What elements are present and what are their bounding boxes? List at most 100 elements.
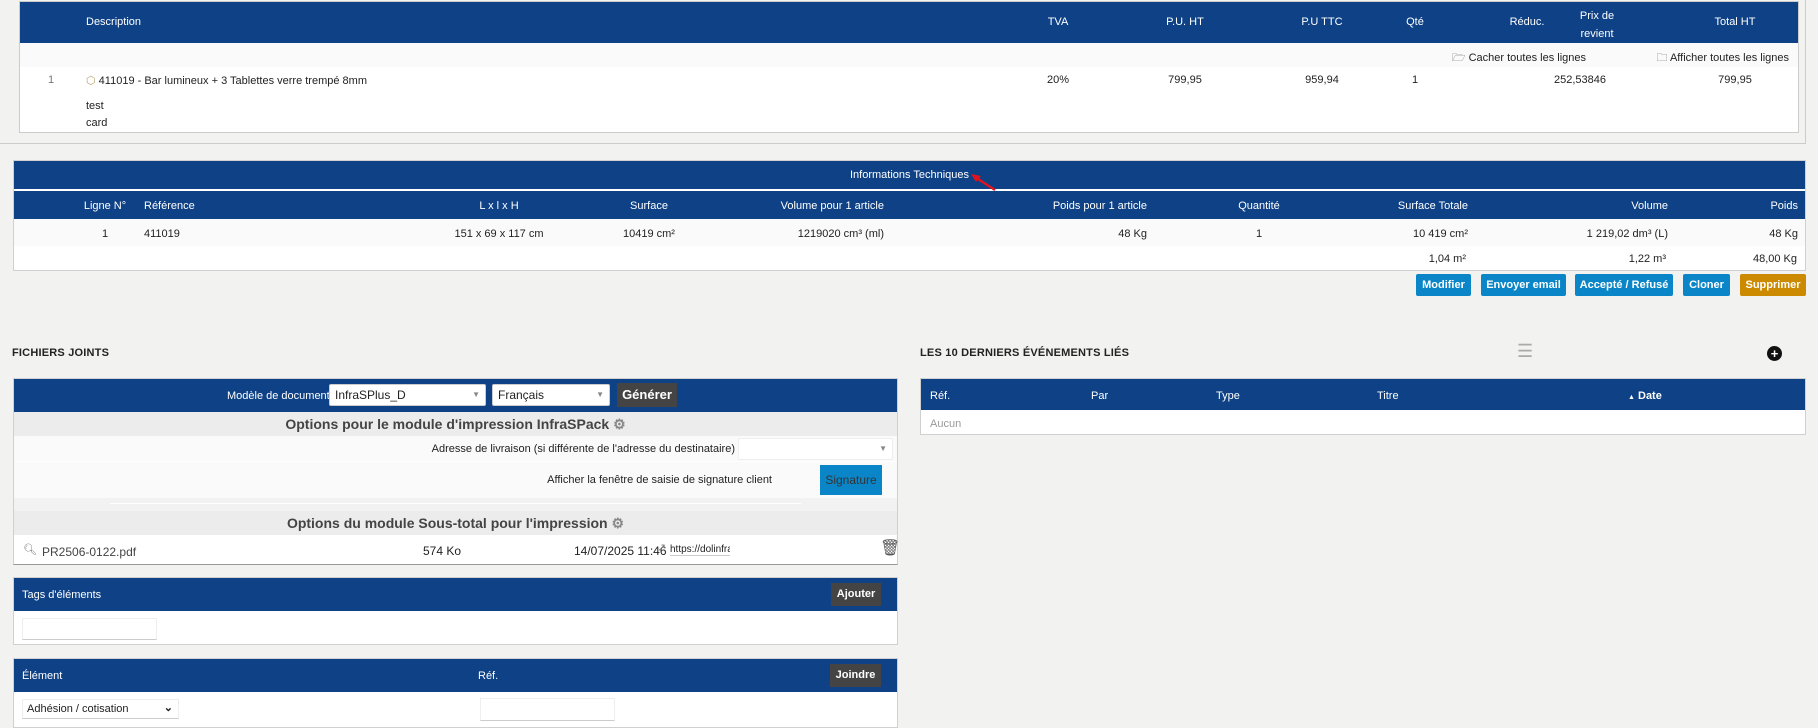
file-share-link[interactable]: https://dolinfras	[670, 544, 730, 556]
tech-col-header: L x l x H	[479, 200, 519, 212]
tags-title: Tags d'éléments	[22, 589, 102, 601]
list-menu-icon[interactable]: ☰	[1517, 341, 1533, 362]
tech-info-table: Informations Techniques Ligne N° Référenc…	[13, 160, 1806, 271]
signature-button[interactable]: Signature	[820, 465, 882, 495]
model-value: InfraSPlus_D	[335, 388, 406, 402]
tech-cell: 411019	[144, 228, 180, 240]
file-size: 574 Ko	[423, 544, 462, 558]
external-link-icon: ↗	[657, 542, 667, 554]
col-type[interactable]: Type	[1216, 390, 1240, 402]
file-row: 🔍︎ PR2506-0122.pdf 574 Ko 14/07/2025 11:…	[14, 535, 900, 565]
chevron-down-icon: ⌄	[163, 702, 173, 714]
generate-button[interactable]: Générer	[617, 383, 677, 407]
line-number: 1	[48, 74, 55, 86]
tech-cell: 10 419 cm²	[1412, 228, 1468, 240]
add-tag-button[interactable]: Ajouter	[831, 583, 881, 606]
col-by[interactable]: Par	[1091, 390, 1108, 402]
line-cost-price: 252,53846	[1554, 74, 1606, 86]
total-weight: 48,00 Kg	[1752, 253, 1797, 265]
divider	[110, 503, 801, 504]
files-section-title: FICHIERS JOINTS	[12, 347, 110, 359]
tech-info-header: Ligne N° Référence L x l x H Surface Volume …	[14, 191, 1805, 219]
line-note: card	[86, 117, 108, 129]
tags-input[interactable]	[22, 618, 157, 640]
spacer	[14, 498, 897, 511]
join-button[interactable]: Joindre	[830, 664, 881, 687]
delivery-address-label: Adresse de livraison (si différente de l…	[431, 443, 735, 455]
language-value: Français	[498, 388, 545, 402]
tech-col-header: Ligne N°	[83, 200, 127, 212]
tech-cell: 1	[101, 228, 109, 240]
ref-column-header: Réf.	[478, 670, 499, 682]
line-note: test	[86, 100, 104, 112]
chevron-down-icon: ▼	[596, 390, 604, 399]
col-date[interactable]: ▲ Date	[1628, 390, 1662, 402]
element-value: Adhésion / cotisation	[27, 703, 129, 715]
product-link[interactable]: ⬡ 411019 - Bar lumineux + 3 Tablettes ve…	[86, 74, 367, 87]
tech-cell: 48 Kg	[1118, 228, 1147, 240]
infraspack-options-title: Options pour le module d'impression Infr…	[285, 416, 610, 432]
line-tva: 20%	[1046, 74, 1070, 86]
tech-cell: 1219020 cm³ (ml)	[797, 228, 884, 240]
tech-col-header: Poids	[1770, 200, 1798, 212]
element-select[interactable]: Adhésion / cotisation ⌄	[22, 699, 179, 719]
link-element-panel: Élément Réf. Joindre Adhésion / cotisati…	[13, 658, 898, 728]
col-date-label: Date	[1638, 390, 1662, 402]
col-title[interactable]: Titre	[1377, 390, 1399, 402]
ref-input[interactable]	[480, 698, 615, 721]
col-tva: TVA	[1047, 16, 1069, 28]
col-cost-price: Prix de revient	[1579, 10, 1615, 40]
tech-info-totals: 1,04 m² 1,22 m³ 48,00 Kg	[14, 246, 1805, 271]
signature-label: Afficher la fenêtre de saisie de signatu…	[547, 474, 772, 486]
file-name-link[interactable]: PR2506-0122.pdf	[42, 545, 136, 559]
tags-header: Tags d'éléments Ajouter	[14, 578, 897, 611]
events-empty: Aucun	[930, 418, 962, 430]
events-header: Réf. Par Type Titre ▲ Date	[921, 379, 1805, 410]
tech-col-header: Surface Totale	[1397, 200, 1468, 212]
tech-col-header: Volume	[1631, 200, 1668, 212]
sort-up-icon: ▲	[1628, 394, 1635, 401]
tech-col-header: Volume pour 1 article	[780, 200, 884, 212]
model-select[interactable]: InfraSPlus_D ▼	[329, 384, 486, 406]
trash-icon[interactable]: 🗑︎	[880, 538, 900, 558]
accept-refuse-button[interactable]: Accepté / Refusé	[1575, 274, 1673, 296]
chevron-down-icon: ▼	[472, 390, 480, 399]
folder-icon: 🗀	[1656, 52, 1668, 64]
file-date: 14/07/2025 11:46	[574, 544, 667, 558]
model-label: Modèle de document	[227, 390, 330, 402]
col-ref[interactable]: Réf.	[930, 390, 950, 402]
col-pu-ht: P.U. HT	[1166, 16, 1204, 28]
delivery-address-select[interactable]: ▼	[738, 438, 893, 460]
tech-col-header: Poids pour 1 article	[1052, 200, 1147, 212]
events-section-title: LES 10 DERNIERS ÉVÉNEMENTS LIÉS	[920, 347, 1130, 359]
product-icon: ⬡	[86, 75, 96, 87]
tech-col-header: Quantité	[1238, 200, 1280, 212]
tech-col-header: Surface	[630, 200, 668, 212]
clone-button[interactable]: Cloner	[1683, 274, 1730, 296]
hide-all-lines[interactable]: 🗁 Cacher toutes les lignes	[1452, 49, 1586, 68]
line-pu-ht: 799,95	[1168, 74, 1202, 86]
element-column-header: Élément	[22, 670, 63, 682]
chevron-down-icon: ▼	[879, 444, 887, 453]
tech-cell: 1 219,02 dm³ (L)	[1586, 228, 1668, 240]
signature-row: Afficher la fenêtre de saisie de signatu…	[14, 461, 897, 498]
modify-button[interactable]: Modifier	[1416, 274, 1471, 296]
add-event-icon[interactable]: +	[1767, 346, 1782, 361]
line-qty: 1	[1411, 74, 1419, 86]
language-select[interactable]: Français ▼	[492, 384, 610, 406]
link-element-header: Élément Réf. Joindre	[14, 659, 897, 692]
col-description: Description	[86, 16, 142, 28]
gear-icon[interactable]: ⚙	[612, 515, 625, 531]
col-total-ht: Total HT	[1714, 16, 1756, 28]
preview-magnifier-icon[interactable]: 🔍︎	[23, 543, 37, 556]
delete-button[interactable]: Supprimer	[1740, 274, 1806, 296]
gear-icon[interactable]: ⚙	[613, 416, 626, 432]
line-pu-ttc: 959,94	[1305, 74, 1339, 86]
events-table: Réf. Par Type Titre ▲ Date Aucun	[920, 378, 1806, 435]
generate-bar: Modèle de document InfraSPlus_D ▼ Françai…	[14, 379, 897, 412]
send-email-button[interactable]: Envoyer email	[1481, 274, 1566, 296]
col-qty: Qté	[1406, 16, 1424, 28]
total-volume: 1,22 m³	[1628, 253, 1666, 265]
show-all-lines[interactable]: 🗀 Afficher toutes les lignes	[1657, 49, 1789, 68]
total-surface: 1,04 m²	[1428, 253, 1466, 265]
